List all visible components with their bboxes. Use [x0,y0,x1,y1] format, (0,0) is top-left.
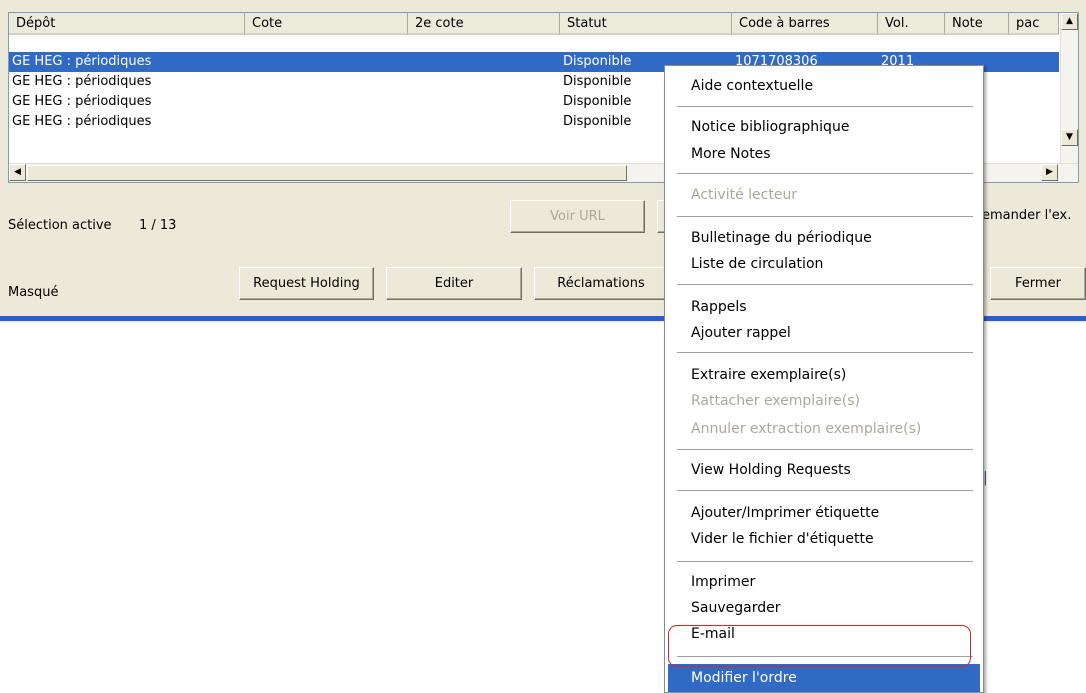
menu-separator [677,106,973,107]
menu-item-vider-fichier-etiquette[interactable]: Vider le fichier d'étiquette [691,527,874,551]
cell-cote2 [408,92,560,112]
editer-button[interactable]: Editer [386,267,522,300]
list-header: Dépôt Cote 2e cote Statut Code à barres … [9,13,1059,35]
selection-count: 1 / 13 [139,218,177,233]
menu-item-view-holding-requests[interactable]: View Holding Requests [691,458,851,482]
menu-item-rattacher-exemplaires: Rattacher exemplaire(s) [691,393,860,409]
menu-item-ajouter-imprimer-etiquette[interactable]: Ajouter/Imprimer étiquette [691,501,879,525]
scroll-right-icon[interactable]: ▶ [1041,164,1058,181]
voir-url-button[interactable]: Voir URL [510,200,645,233]
menu-item-liste-circulation[interactable]: Liste de circulation [691,252,823,276]
menu-item-notice-bibliographique[interactable]: Notice bibliographique [691,115,849,139]
column-header-depot[interactable]: Dépôt [9,13,245,35]
cell-depot: GE HEG : périodiques [12,94,152,109]
cell-cote2 [408,112,560,132]
scroll-down-icon[interactable]: ▼ [1061,129,1078,146]
menu-separator [677,449,973,450]
cell-depot: GE HEG : périodiques [12,54,152,69]
menu-item-sauvegarder[interactable]: Sauvegarder [691,596,780,620]
menu-item-bulletinage[interactable]: Bulletinage du périodique [691,226,872,250]
horizontal-scroll-thumb[interactable] [27,165,627,181]
scroll-up-icon[interactable]: ▲ [1061,13,1078,30]
vertical-scrollbar[interactable]: ▲ ▼ [1060,13,1078,164]
cell-depot: GE HEG : périodiques [12,74,152,89]
cell-cote [245,92,408,112]
menu-item-aide-contextuelle[interactable]: Aide contextuelle [691,74,813,98]
column-header-code-barres[interactable]: Code à barres [732,13,878,35]
column-header-cote[interactable]: Cote [245,13,408,35]
menu-item-activite-lecteur: Activité lecteur [691,187,798,203]
request-holding-button[interactable]: Request Holding [239,267,374,300]
column-header-vol[interactable]: Vol. [878,13,945,35]
masque-label: Masqué [8,285,59,300]
cell-cote [245,52,408,72]
cell-cote2 [408,72,560,92]
cell-cote [245,72,408,92]
menu-item-extraire-exemplaires[interactable]: Extraire exemplaire(s) [691,363,846,387]
menu-item-annuler-extraction: Annuler extraction exemplaire(s) [691,421,922,437]
menu-separator [677,561,973,562]
annotation-highlight-box [668,625,971,667]
menu-item-imprimer[interactable]: Imprimer [691,570,755,594]
column-header-pac[interactable]: pac [1009,13,1059,35]
cell-cote [245,112,408,132]
menu-separator [677,490,973,491]
menu-item-ajouter-rappel[interactable]: Ajouter rappel [691,321,791,345]
column-header-note[interactable]: Note [945,13,1009,35]
selection-label: Sélection active [8,218,112,233]
reclamations-button[interactable]: Réclamations [534,267,668,300]
scroll-left-icon[interactable]: ◀ [9,164,26,181]
cell-depot: GE HEG : périodiques [12,114,152,129]
menu-item-rappels[interactable]: Rappels [691,295,747,319]
menu-separator [677,352,973,353]
cell-cote2 [408,52,560,72]
context-menu: Aide contextuelle Notice bibliographique… [664,65,984,693]
menu-separator [677,216,973,217]
column-header-statut[interactable]: Statut [560,13,732,35]
column-header-cote2[interactable]: 2e cote [408,13,560,35]
demander-exemplaire-button[interactable]: emander l'ex. [982,208,1086,223]
menu-separator [677,284,973,285]
menu-item-more-notes[interactable]: More Notes [691,142,771,166]
menu-item-modifier-ordre[interactable]: Modifier l'ordre [691,666,797,690]
menu-separator [677,173,973,174]
fermer-button[interactable]: Fermer [990,267,1086,300]
